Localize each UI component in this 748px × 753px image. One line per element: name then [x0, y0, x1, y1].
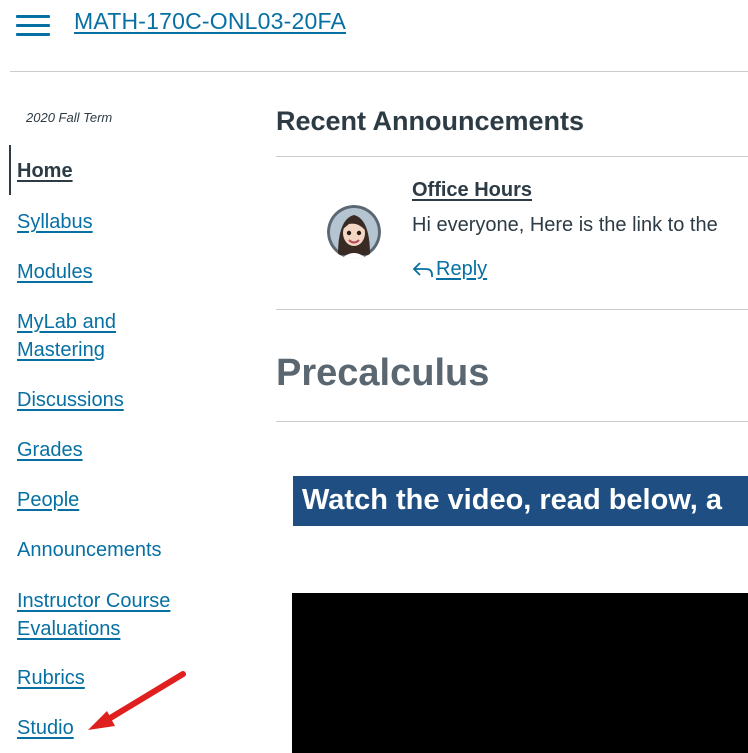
nav-mylab-and-mastering[interactable]: MyLab and Mastering	[17, 308, 116, 364]
announcement-preview: Hi everyone, Here is the link to the	[412, 214, 718, 236]
banner-text: Watch the video, read below, a	[302, 484, 723, 516]
nav-mylab-line1: MyLab and	[17, 311, 116, 333]
course-title-link[interactable]: MATH-170C-ONL03-20FA	[74, 8, 346, 35]
nav-rubrics[interactable]: Rubrics	[17, 664, 85, 692]
video-player[interactable]	[292, 593, 748, 753]
announcement-title-link[interactable]: Office Hours	[412, 179, 532, 202]
header-divider	[10, 71, 748, 72]
nav-evaluations-line1: Instructor Course	[17, 590, 171, 612]
avatar	[327, 205, 381, 259]
term-label: 2020 Fall Term	[26, 110, 113, 125]
nav-syllabus[interactable]: Syllabus	[17, 208, 93, 236]
announcements-top-divider	[276, 156, 748, 157]
nav-studio[interactable]: Studio	[17, 714, 74, 742]
instruction-banner: Watch the video, read below, a	[293, 476, 748, 526]
nav-people[interactable]: People	[17, 486, 79, 514]
canvas-course-page: MATH-170C-ONL03-20FA 2020 Fall Term Home…	[0, 0, 748, 753]
nav-grades[interactable]: Grades	[17, 436, 83, 464]
nav-announcements[interactable]: Announcements	[17, 536, 162, 564]
active-nav-indicator	[9, 145, 11, 195]
nav-evaluations-line2: Evaluations	[17, 618, 121, 640]
nav-discussions[interactable]: Discussions	[17, 386, 124, 414]
hamburger-menu-icon[interactable]	[16, 12, 50, 38]
reply-link[interactable]: Reply	[412, 258, 487, 281]
annotation-arrow-icon	[88, 671, 186, 730]
reply-label: Reply	[436, 258, 488, 280]
nav-modules[interactable]: Modules	[17, 258, 93, 286]
reply-arrow-icon	[412, 261, 433, 277]
announcements-bottom-divider	[276, 309, 748, 310]
nav-home[interactable]: Home	[17, 157, 73, 185]
nav-instructor-course-evaluations[interactable]: Instructor Course Evaluations	[17, 587, 170, 643]
heading-divider	[276, 421, 748, 422]
recent-announcements-heading: Recent Announcements	[276, 106, 585, 136]
nav-mylab-line2: Mastering	[17, 339, 105, 361]
page-heading: Precalculus	[276, 352, 490, 394]
